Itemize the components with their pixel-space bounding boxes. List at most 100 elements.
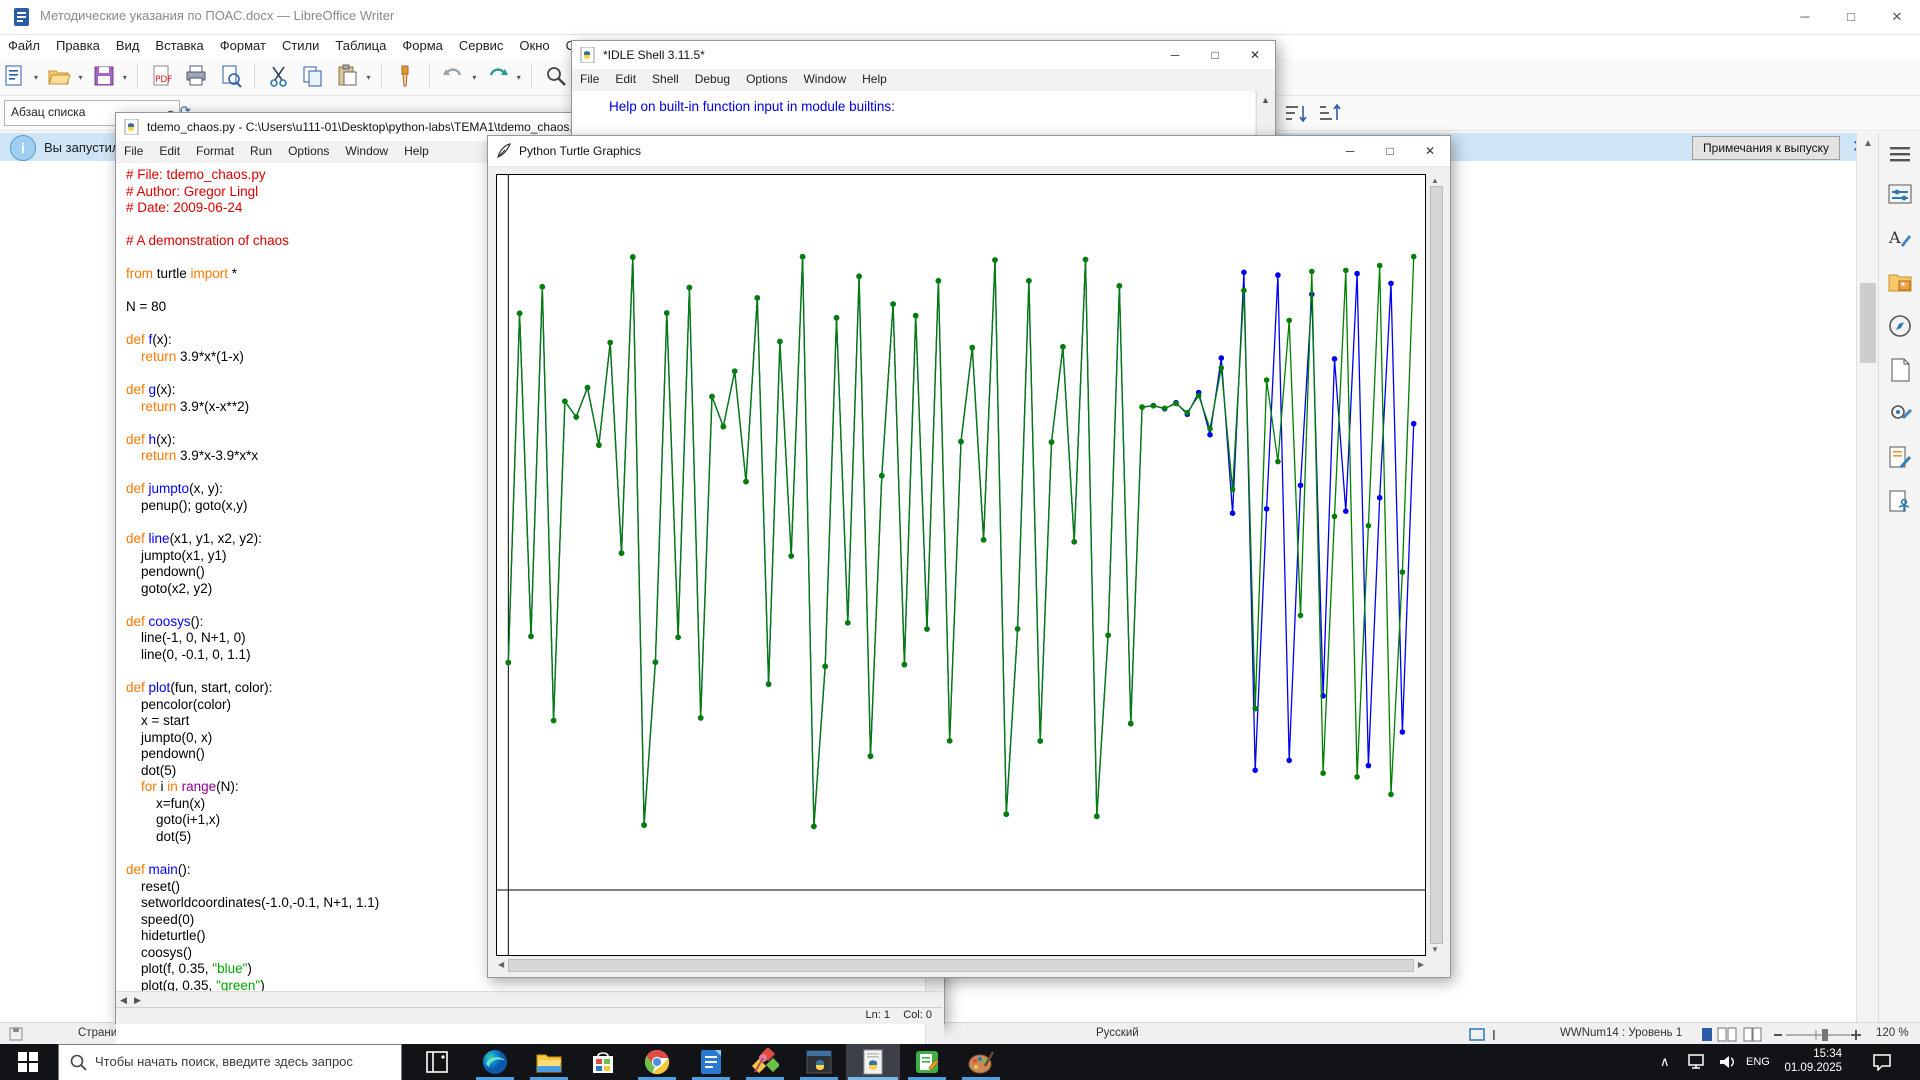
writer-menu-4[interactable]: Формат	[212, 35, 274, 56]
writer-menu-8[interactable]: Сервис	[451, 35, 512, 56]
taskbar-app-idle-editor[interactable]	[846, 1044, 900, 1080]
idle-titlebar[interactable]: *IDLE Shell 3.11.5* ─ □ ✕	[572, 41, 1275, 70]
print-icon[interactable]	[182, 62, 210, 90]
accessibility-check-icon[interactable]	[1887, 489, 1913, 515]
start-button[interactable]	[0, 1044, 58, 1080]
taskbar-app-python-console[interactable]	[792, 1044, 846, 1080]
language-indicator[interactable]: ENG	[1746, 1044, 1770, 1080]
cut-icon[interactable]	[265, 62, 293, 90]
navigator-icon[interactable]	[1887, 313, 1913, 339]
manage-changes-icon[interactable]	[1887, 445, 1913, 471]
view-layout-icons[interactable]	[1700, 1026, 1766, 1043]
copy-icon[interactable]	[299, 62, 327, 90]
writer-restore-button[interactable]: □	[1828, 0, 1874, 34]
idle-close-button[interactable]: ✕	[1235, 41, 1275, 69]
scrollbar-thumb[interactable]	[508, 959, 1414, 972]
selection-mode-icon[interactable]: I	[1468, 1027, 1508, 1042]
paste-icon[interactable]: ▾	[334, 62, 372, 90]
find-replace-icon[interactable]	[542, 62, 570, 90]
editor-menu-1[interactable]: Edit	[151, 141, 188, 161]
taskbar-app-writer[interactable]	[684, 1044, 738, 1080]
network-icon[interactable]	[1688, 1054, 1708, 1070]
scroll-up-icon[interactable]: ▲	[1261, 95, 1270, 105]
editor-menu-6[interactable]: Help	[396, 141, 437, 161]
scroll-left-icon[interactable]: ◀	[498, 960, 504, 969]
volume-icon[interactable]	[1718, 1053, 1738, 1071]
taskbar-app-python-pinwheel[interactable]	[738, 1044, 792, 1080]
clone-formatting-icon[interactable]	[391, 62, 419, 90]
editor-menu-2[interactable]: Format	[188, 141, 242, 161]
sort-ascending-icon[interactable]	[1284, 102, 1308, 126]
turtle-maximize-button[interactable]: □	[1370, 136, 1410, 166]
undo-icon[interactable]: ▾	[439, 62, 477, 90]
styles-icon[interactable]: A	[1887, 225, 1913, 251]
scroll-up-icon[interactable]: ▲	[1431, 176, 1439, 185]
idle-menu-6[interactable]: Help	[854, 69, 895, 89]
scroll-right-icon[interactable]: ▶	[134, 995, 141, 1006]
status-language[interactable]: Русский	[1096, 1027, 1139, 1039]
save-icon[interactable]: ▾	[90, 62, 128, 90]
idle-minimize-button[interactable]: ─	[1155, 41, 1195, 69]
writer-menu-7[interactable]: Форма	[394, 35, 451, 56]
idle-maximize-button[interactable]: □	[1195, 41, 1235, 69]
scrollbar-thumb[interactable]	[1430, 186, 1443, 944]
gallery-icon[interactable]	[1887, 269, 1913, 295]
idle-menu-2[interactable]: Shell	[644, 69, 687, 89]
idle-shell-content[interactable]: Help on built-in function input in modul…	[572, 91, 1255, 135]
print-preview-icon[interactable]	[217, 62, 245, 90]
writer-minimize-button[interactable]: ─	[1782, 0, 1828, 34]
editor-horizontal-scrollbar[interactable]: ◀ ▶	[116, 991, 942, 1008]
turtle-vertical-scrollbar[interactable]: ▲ ▼	[1428, 174, 1443, 956]
taskbar-app-notes[interactable]	[900, 1044, 954, 1080]
writer-menu-0[interactable]: Файл	[0, 35, 48, 56]
idle-menu-0[interactable]: File	[572, 69, 607, 89]
writer-menu-1[interactable]: Правка	[48, 35, 108, 56]
task-view-button[interactable]	[410, 1044, 464, 1080]
taskbar-search[interactable]: Чтобы начать поиск, введите здесь запрос	[58, 1044, 402, 1080]
editor-menu-0[interactable]: File	[116, 141, 151, 161]
writer-menu-3[interactable]: Вставка	[147, 35, 211, 56]
turtle-minimize-button[interactable]: ─	[1330, 136, 1370, 166]
taskbar-app-store[interactable]	[576, 1044, 630, 1080]
status-zoom-value[interactable]: 120 %	[1876, 1027, 1909, 1039]
scroll-down-icon[interactable]: ▼	[1431, 945, 1439, 954]
idle-menu-4[interactable]: Options	[738, 69, 795, 89]
redo-icon[interactable]: ▾	[484, 62, 522, 90]
release-notes-button[interactable]: Примечания к выпуску	[1692, 136, 1840, 160]
editor-menu-4[interactable]: Options	[280, 141, 337, 161]
idle-scrollbar[interactable]: ▲	[1256, 91, 1275, 135]
status-list-level[interactable]: WWNum14 : Уровень 1	[1560, 1027, 1682, 1039]
writer-menu-6[interactable]: Таблица	[327, 35, 394, 56]
turtle-horizontal-scrollbar[interactable]: ◀ ▶	[496, 957, 1426, 972]
scroll-left-icon[interactable]: ◀	[120, 995, 127, 1006]
writer-menu-5[interactable]: Стили	[274, 35, 327, 56]
sidebar-settings-icon[interactable]	[1887, 141, 1913, 167]
editor-menu-3[interactable]: Run	[242, 141, 280, 161]
turtle-titlebar[interactable]: Python Turtle Graphics ─ □ ✕	[488, 136, 1450, 167]
page-icon[interactable]	[1887, 357, 1913, 383]
properties-icon[interactable]	[1887, 181, 1913, 207]
scroll-up-icon[interactable]: ▲	[1860, 138, 1876, 149]
idle-menu-3[interactable]: Debug	[687, 69, 738, 89]
scrollbar-thumb[interactable]	[1860, 283, 1876, 363]
idle-menu-5[interactable]: Window	[795, 69, 854, 89]
export-pdf-icon[interactable]: PDF	[148, 62, 176, 90]
sort-descending-icon[interactable]	[1318, 102, 1342, 126]
taskbar-app-turtle-palette[interactable]	[954, 1044, 1008, 1080]
editor-menu-5[interactable]: Window	[337, 141, 396, 161]
taskbar-app-file-explorer[interactable]	[522, 1044, 576, 1080]
turtle-canvas[interactable]	[496, 174, 1426, 956]
action-center-icon[interactable]	[1872, 1053, 1892, 1071]
zoom-slider[interactable]	[1772, 1026, 1868, 1043]
scroll-right-icon[interactable]: ▶	[1418, 960, 1424, 969]
taskbar-app-chrome[interactable]	[630, 1044, 684, 1080]
document-scrollbar[interactable]: ▲	[1856, 133, 1879, 1022]
writer-close-button[interactable]: ✕	[1874, 0, 1920, 34]
style-inspector-icon[interactable]	[1887, 401, 1913, 427]
new-document-icon[interactable]: ▾	[1, 62, 39, 90]
taskbar-app-edge[interactable]	[468, 1044, 522, 1080]
open-icon[interactable]: ▾	[45, 62, 83, 90]
clock[interactable]: 15:34 01.09.2025	[1784, 1047, 1842, 1075]
idle-menu-1[interactable]: Edit	[607, 69, 644, 89]
turtle-close-button[interactable]: ✕	[1410, 136, 1450, 166]
